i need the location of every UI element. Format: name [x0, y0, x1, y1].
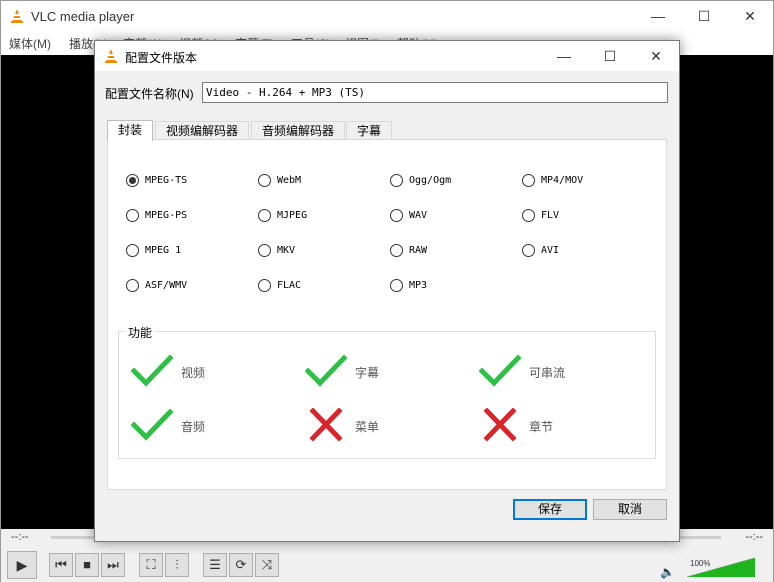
radio-button-icon[interactable]: [258, 174, 271, 187]
container-radio-label: AVI: [541, 245, 560, 256]
volume-level-text: 100%: [690, 559, 711, 568]
save-button[interactable]: 保存: [513, 499, 587, 520]
previous-button[interactable]: ⏮: [49, 553, 73, 577]
loop-button[interactable]: ⟳: [229, 553, 253, 577]
profile-dialog: 配置文件版本 — ☐ ✕ 配置文件名称(N) 封装 视频编解码器 音频编解码器 …: [94, 40, 680, 542]
close-button[interactable]: ✕: [727, 1, 773, 31]
encapsulation-panel: MPEG-TS WebM Ogg/Ogm MP4/MOV MPEG-PS MJPEG WAV…: [107, 139, 667, 490]
radio-button-icon[interactable]: [126, 174, 139, 187]
dialog-title-bar: 配置文件版本 — ☐ ✕: [95, 41, 679, 71]
dialog-title: 配置文件版本: [125, 51, 198, 65]
minimize-button[interactable]: —: [635, 1, 681, 31]
radio-button-icon[interactable]: [126, 209, 139, 222]
feature-label: 音频: [181, 420, 206, 434]
playlist-button[interactable]: ☰: [203, 553, 227, 577]
tab-video-codec[interactable]: 视频编解码器: [155, 121, 250, 140]
dialog-maximize-button[interactable]: ☐: [587, 41, 633, 71]
tab-audio-codec[interactable]: 音频编解码器: [251, 121, 346, 140]
container-radio-label: MPEG-TS: [145, 175, 188, 186]
vlc-cone-icon: [11, 9, 23, 23]
container-radio-label: MJPEG: [277, 210, 308, 221]
control-bar: ▶ ⏮ ■ ⏭ ⛶ ⫶ ☰ ⟳ ⤨ 🔈 100%: [1, 545, 773, 582]
radio-button-icon[interactable]: [522, 209, 535, 222]
menu-media[interactable]: 媒体(M): [9, 35, 51, 52]
checkmark-icon: [479, 354, 521, 387]
radio-button-icon[interactable]: [126, 279, 139, 292]
radio-button-icon[interactable]: [390, 209, 403, 222]
extended-settings-button[interactable]: ⫶: [165, 553, 189, 577]
container-radio-label: Ogg/Ogm: [409, 175, 452, 186]
elapsed-time: --:--: [11, 531, 29, 543]
vlc-title-bar: VLC media player — ☐ ✕: [1, 1, 773, 31]
container-radio-label: RAW: [409, 245, 428, 256]
cancel-button[interactable]: 取消: [593, 499, 667, 520]
tab-encapsulation[interactable]: 封装: [107, 120, 154, 141]
maximize-button[interactable]: ☐: [681, 1, 727, 31]
fullscreen-button[interactable]: ⛶: [139, 553, 163, 577]
container-radio-label: MPEG 1: [145, 245, 182, 256]
feature-label: 章节: [529, 420, 554, 434]
feature-label: 字幕: [355, 366, 380, 380]
container-radio-label: MPEG-PS: [145, 210, 188, 221]
dialog-minimize-button[interactable]: —: [541, 41, 587, 71]
container-radio-label: WAV: [409, 210, 428, 221]
feature-label: 视频: [181, 366, 206, 380]
container-radio-label: MKV: [277, 245, 296, 256]
container-radio-label: ASF/WMV: [145, 280, 188, 291]
cross-icon: [309, 408, 343, 442]
checkmark-icon: [131, 354, 173, 387]
play-button[interactable]: ▶: [7, 551, 37, 579]
profile-name-input[interactable]: [202, 82, 668, 103]
radio-button-icon[interactable]: [522, 174, 535, 187]
features-title: 功能: [125, 324, 156, 341]
feature-label: 菜单: [355, 420, 380, 434]
radio-button-icon[interactable]: [258, 209, 271, 222]
radio-button-icon[interactable]: [390, 279, 403, 292]
container-radio-label: MP4/MOV: [541, 175, 584, 186]
container-radio-label: FLV: [541, 210, 560, 221]
window-title: VLC media player: [31, 9, 135, 24]
container-radio-label: WebM: [277, 175, 302, 186]
next-button[interactable]: ⏭: [101, 553, 125, 577]
vlc-cone-icon: [105, 49, 117, 63]
remaining-time: --:--: [745, 531, 763, 543]
feature-label: 可串流: [529, 366, 566, 380]
checkmark-icon: [131, 408, 173, 441]
stop-button[interactable]: ■: [75, 553, 99, 577]
checkmark-icon: [305, 354, 347, 387]
container-radio-label: FLAC: [277, 280, 302, 291]
radio-button-icon[interactable]: [522, 244, 535, 257]
radio-button-icon[interactable]: [258, 244, 271, 257]
random-button[interactable]: ⤨: [255, 553, 279, 577]
radio-button-icon[interactable]: [390, 174, 403, 187]
features-group: 功能 视频 字幕 可串流音频 菜单 章节: [118, 324, 656, 459]
radio-button-icon[interactable]: [126, 244, 139, 257]
speaker-icon[interactable]: 🔈: [660, 565, 675, 579]
cross-icon: [483, 408, 517, 442]
profile-name-label: 配置文件名称(N): [105, 87, 194, 101]
container-radio-label: MP3: [409, 280, 428, 291]
dialog-close-button[interactable]: ✕: [633, 41, 679, 71]
radio-button-icon[interactable]: [258, 279, 271, 292]
tab-subtitles[interactable]: 字幕: [346, 121, 393, 140]
radio-button-icon[interactable]: [390, 244, 403, 257]
